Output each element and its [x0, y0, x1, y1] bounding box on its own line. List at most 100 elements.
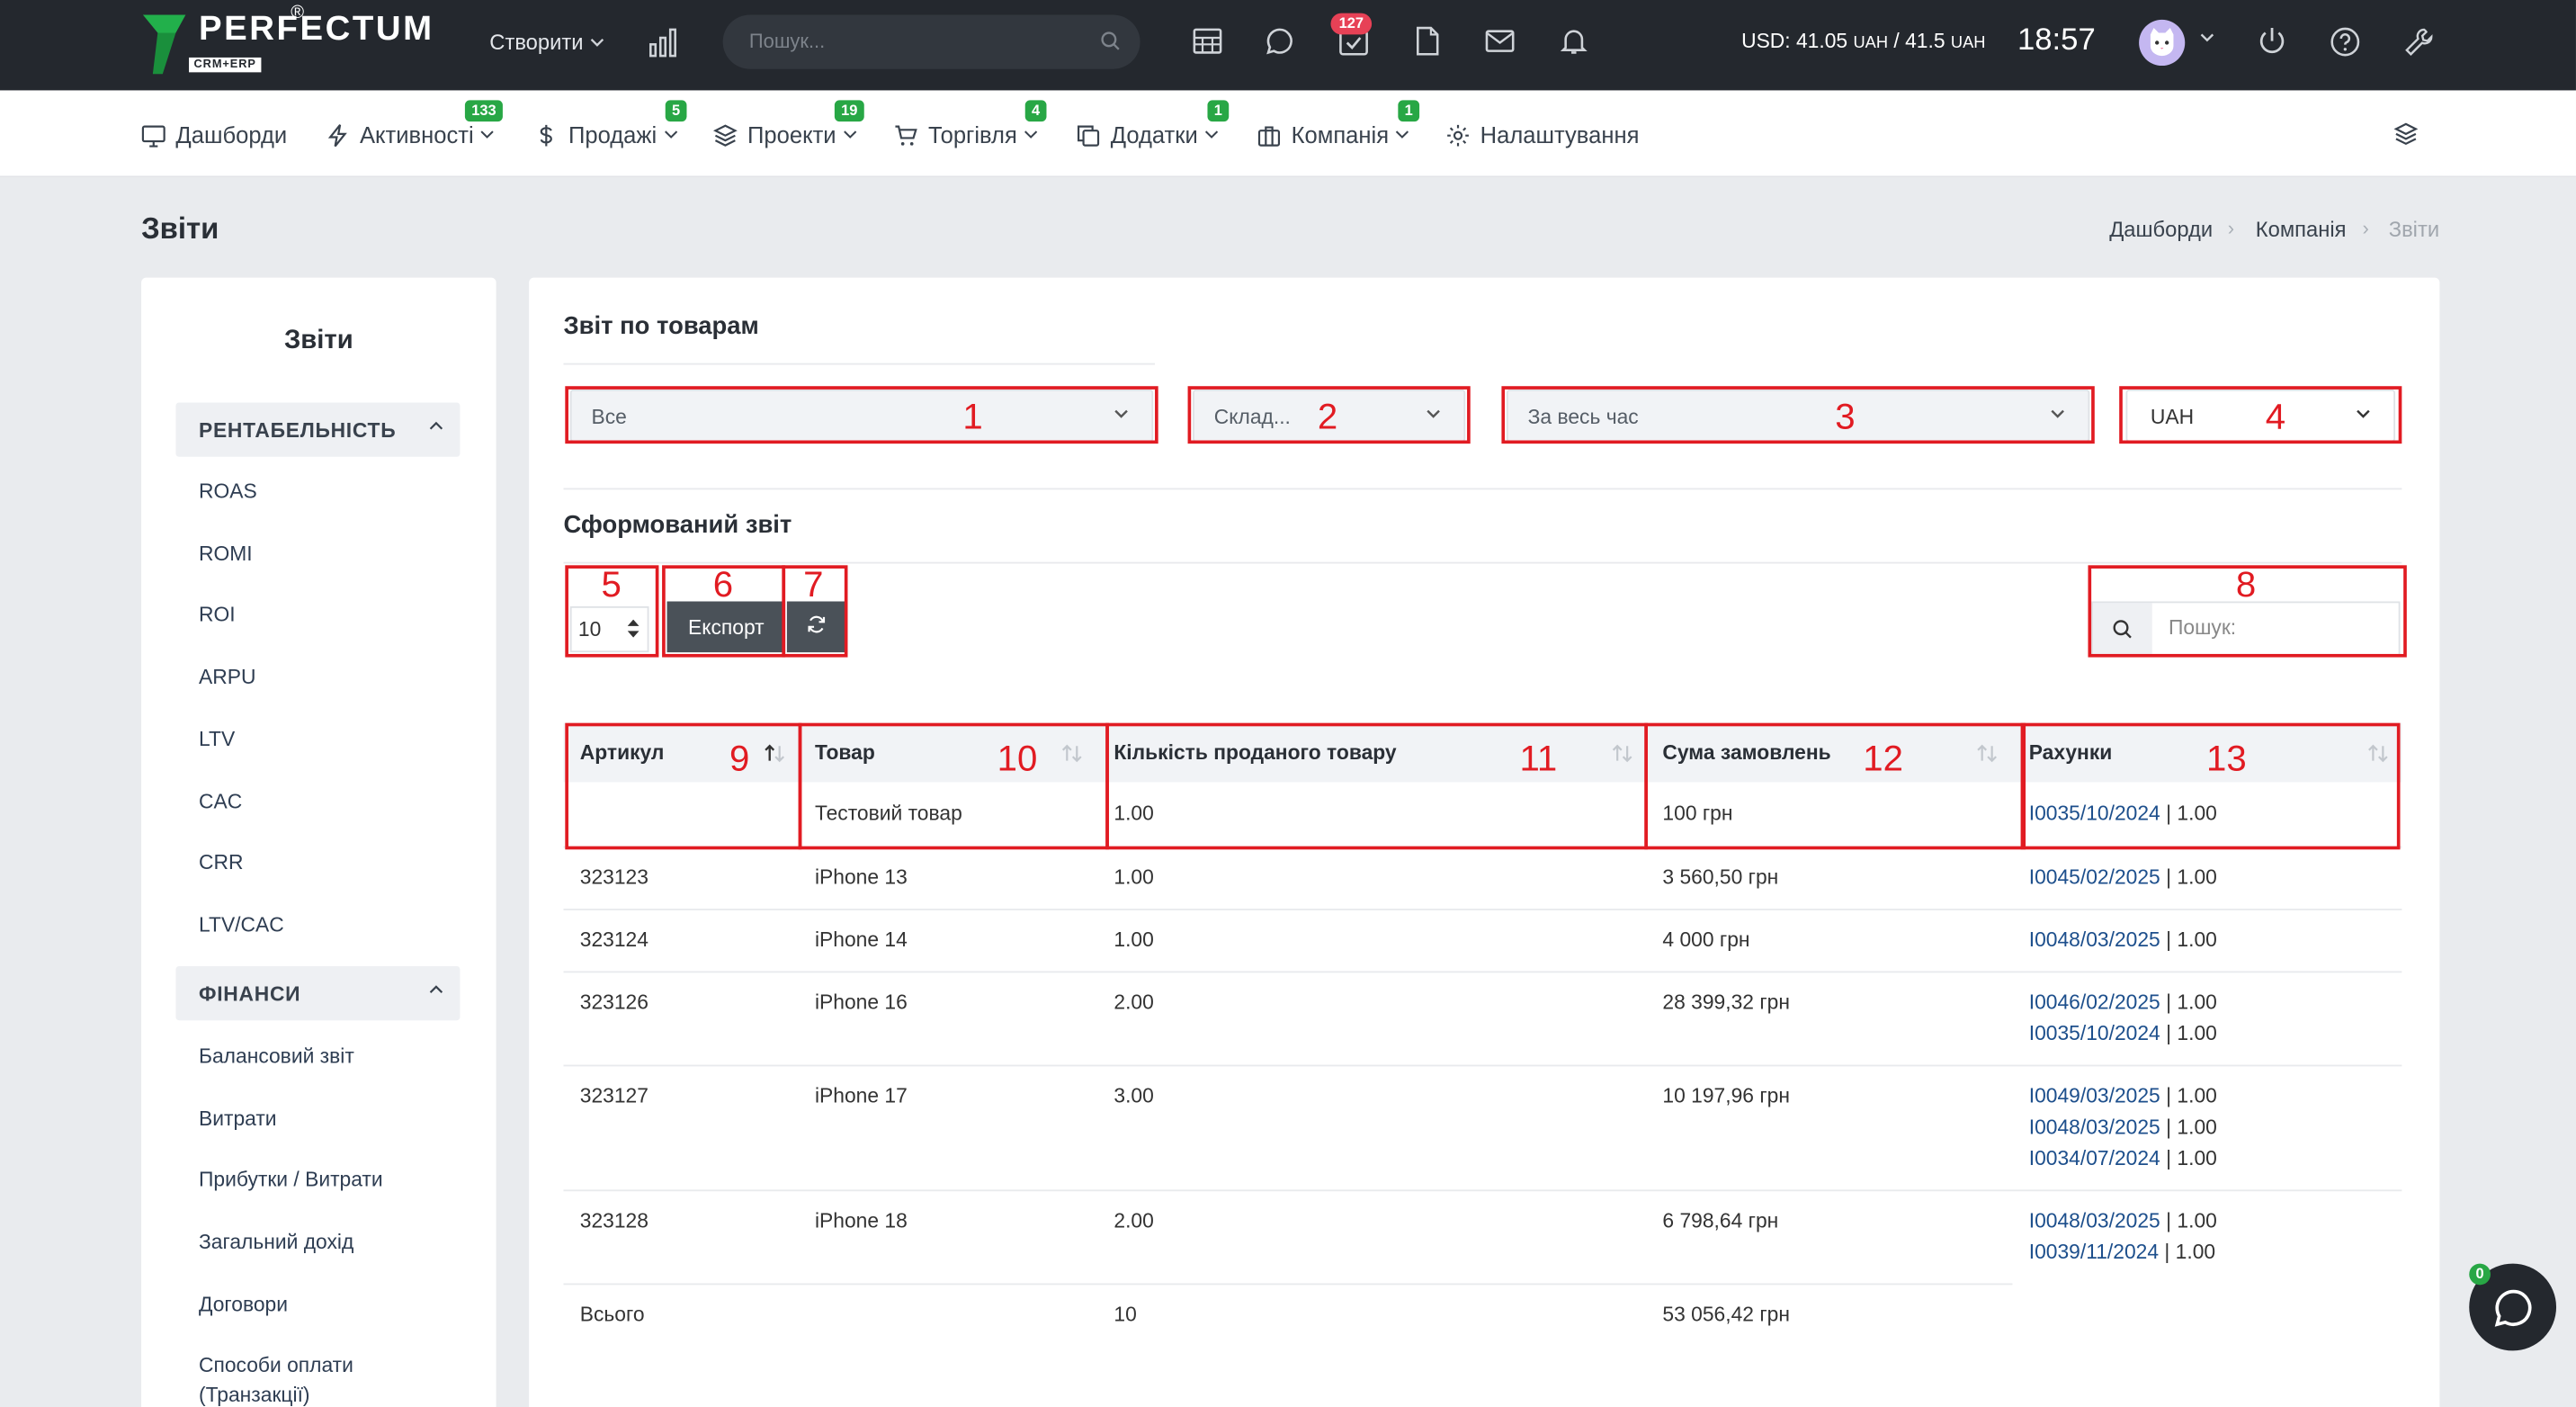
nav-item-settings[interactable]: Налаштування [1445, 121, 1639, 148]
nav-label: Компанія [1291, 121, 1390, 148]
invoice-link[interactable]: I0048/03/2025 [2029, 1116, 2160, 1139]
invoice-qty: 1.00 [2177, 1209, 2217, 1232]
cell-invoices: I0048/03/2025 | 1.00 [2028, 928, 2217, 952]
mail-icon[interactable] [1485, 26, 1515, 56]
invoice-link[interactable]: I0035/10/2024 [2029, 1022, 2160, 1045]
clock: 18:57 [2017, 22, 2096, 58]
cell-sum: 4 000 грн [1662, 928, 1750, 952]
calendar-table-icon[interactable] [1193, 26, 1222, 56]
sidebar-link[interactable]: CAC [199, 787, 242, 817]
sidebar-link[interactable]: Загальний дохід [199, 1227, 353, 1257]
sidebar-link[interactable]: ROI [199, 600, 236, 630]
tasks-count-badge: 127 [1330, 13, 1373, 35]
sidebar-link[interactable]: ROMI [199, 539, 253, 569]
row-divider [563, 1064, 2402, 1067]
sidebar-link[interactable]: Витрати [199, 1104, 277, 1134]
top-bar: PERFECTUM CRM+ERP ® Створити 127 [0, 0, 2576, 91]
annotation-box [565, 386, 1158, 444]
layers-toggle-icon[interactable] [2393, 121, 2419, 146]
cell-quantity: 2.00 [1114, 990, 1154, 1014]
sidebar-section-finance[interactable]: ФІНАНСИ [175, 965, 461, 1021]
gear-icon [1447, 123, 1469, 146]
nav-item-dashboards[interactable]: Дашборди [141, 121, 287, 148]
invoice-link[interactable]: I0048/03/2025 [2029, 1209, 2160, 1232]
report-panel: Звіт по товарам Все Склад... За весь час… [529, 277, 2440, 1407]
nav-item-trade[interactable]: Торгівля 4 [894, 100, 1047, 148]
help-icon[interactable] [2330, 26, 2361, 58]
bar-chart-icon[interactable] [648, 28, 678, 58]
sidebar-link[interactable]: Договори [199, 1290, 288, 1320]
invoice-link[interactable]: I0045/02/2025 [2029, 866, 2160, 890]
bell-icon[interactable] [1559, 26, 1588, 56]
nav-item-addons[interactable]: Додатки 1 [1076, 100, 1230, 148]
invoice-qty: 1.00 [2177, 1116, 2217, 1139]
nav-badge: 4 [1024, 100, 1047, 122]
document-icon[interactable] [1413, 26, 1443, 56]
sidebar-link[interactable]: ROAS [199, 477, 257, 506]
power-icon[interactable] [2258, 26, 2287, 56]
rate-separator: / 41.5 [1888, 29, 1945, 53]
chevron-down-icon[interactable] [2200, 33, 2214, 43]
sidebar-link[interactable]: Способи оплати [199, 1350, 353, 1380]
invoice-link[interactable]: I0039/11/2024 [2029, 1241, 2159, 1264]
section-title: ФІНАНСИ [199, 982, 301, 1006]
chevron-up-icon [429, 421, 443, 430]
chevron-down-icon [1024, 130, 1038, 139]
invoice-link[interactable]: I0048/03/2025 [2029, 928, 2160, 952]
global-search[interactable] [722, 14, 1140, 69]
breadcrumb-company[interactable]: Компанія [2256, 217, 2347, 241]
cell-sku: 323127 [579, 1084, 648, 1108]
breadcrumb-dashboards[interactable]: Дашборди [2109, 217, 2213, 241]
sidebar-link[interactable]: ARPU [199, 662, 255, 692]
chevron-down-icon [843, 130, 857, 139]
create-button[interactable]: Створити [489, 30, 604, 54]
cell-quantity: 1.00 [1114, 928, 1154, 952]
report-title: Звіт по товарам [563, 312, 759, 341]
sidebar-link[interactable]: LTV/CAC [199, 910, 284, 940]
divider [563, 488, 2402, 490]
annotation-number: 9 [729, 738, 750, 779]
annotation-number: 8 [2235, 563, 2257, 605]
sidebar-link[interactable]: Прибутки / Витрати [199, 1165, 383, 1195]
invoice-link[interactable]: I0046/02/2025 [2029, 990, 2160, 1014]
wrench-icon[interactable] [2403, 26, 2435, 58]
cell-product: iPhone 17 [814, 1084, 908, 1108]
sidebar-link[interactable]: CRR [199, 847, 243, 877]
rate-usd: USD: 41.05 [1741, 29, 1848, 53]
row-divider [563, 909, 2402, 910]
rate-uah-2: UAH [1950, 34, 1986, 53]
invoice-qty: 1.00 [2177, 1022, 2217, 1045]
nav-item-sales[interactable]: Продажі 5 [534, 100, 687, 148]
cell-product: iPhone 16 [814, 990, 908, 1014]
global-search-input[interactable] [748, 29, 1078, 53]
cell-sum: 3 560,50 грн [1662, 865, 1779, 890]
invoice-qty: 1.00 [2175, 1241, 2216, 1264]
breadcrumb-separator: › [2362, 217, 2369, 240]
cell-invoices: I0045/02/2025 | 1.00 [2028, 865, 2217, 890]
sidebar-link[interactable]: Балансовий звіт [199, 1042, 354, 1071]
main-navigation: Дашборди Активності 133 Продажі 5 Проект… [0, 90, 2576, 178]
chevron-down-icon [1205, 130, 1219, 139]
row-divider [563, 971, 2402, 973]
sidebar-link[interactable]: LTV [199, 724, 235, 754]
nav-item-projects[interactable]: Проекти 19 [712, 100, 864, 148]
nav-label: Дашборди [175, 121, 288, 148]
annotation-box [1644, 722, 2026, 850]
sidebar-section-profitability[interactable]: РЕНТАБЕЛЬНІСТЬ [175, 402, 461, 457]
annotation-number: 3 [1835, 396, 1856, 437]
avatar[interactable] [2139, 19, 2186, 67]
invoice-link[interactable]: I0034/07/2024 [2029, 1147, 2160, 1170]
sidebar-link[interactable]: (Транзакції) [199, 1380, 310, 1407]
cell-quantity: 2.00 [1114, 1209, 1154, 1232]
chat-bubble-icon [2494, 1289, 2532, 1327]
invoice-link[interactable]: I0049/03/2025 [2029, 1084, 2160, 1107]
nav-item-company[interactable]: Компанія 1 [1257, 100, 1420, 148]
nav-label: Налаштування [1480, 121, 1640, 148]
row-divider [563, 1283, 2013, 1286]
logo[interactable]: PERFECTUM CRM+ERP [142, 12, 434, 77]
monitor-icon [141, 124, 165, 147]
layers-icon [712, 123, 738, 146]
chat-bubble-icon[interactable] [1265, 26, 1294, 56]
breadcrumb-current: Звіти [2388, 217, 2440, 242]
nav-item-activities[interactable]: Активності 133 [326, 100, 503, 148]
